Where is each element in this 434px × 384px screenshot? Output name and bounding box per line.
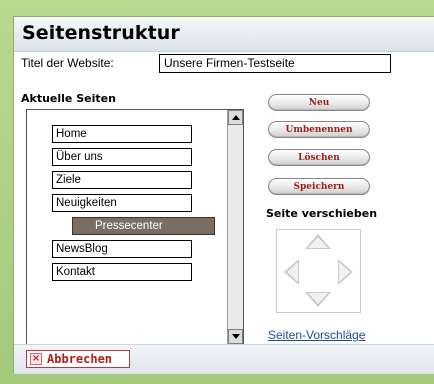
arrow-right-icon[interactable] [338,259,353,285]
title-bar: Seitenstruktur [14,17,434,52]
list-item-newsblog[interactable]: NewsBlog [52,240,192,258]
cancel-label: Abbrechen [47,352,113,366]
list-item-neuigkeiten[interactable]: Neuigkeiten [52,194,192,212]
save-button[interactable]: Speichern [268,178,370,195]
pages-listbox[interactable]: Home Über uns Ziele Neuigkeiten Pressece… [26,109,244,345]
footer-bar: × Abbrechen [14,344,434,374]
scroll-down-button[interactable] [228,329,243,344]
site-title-label: Titel der Website: [21,56,114,70]
page-structure-panel: Seitenstruktur Titel der Website: Aktuel… [13,16,434,374]
new-page-button[interactable]: Neu [268,94,370,111]
cancel-button[interactable]: × Abbrechen [26,350,130,368]
page-suggestions-link[interactable]: Seiten-Vorschläge [268,328,365,342]
list-item-kontakt[interactable]: Kontakt [52,263,192,281]
arrow-down-icon[interactable] [305,292,331,307]
current-pages-heading: Aktuelle Seiten [21,92,116,105]
list-item-ziele[interactable]: Ziele [52,171,192,189]
rename-button[interactable]: Umbenennen [268,121,370,138]
list-item-home[interactable]: Home [52,125,192,143]
site-title-input[interactable] [159,54,391,73]
page-title: Seitenstruktur [22,22,180,44]
scroll-up-button[interactable] [228,110,243,125]
move-page-controls [276,229,361,313]
delete-button[interactable]: Löschen [268,149,370,166]
window-frame: Seitenstruktur Titel der Website: Aktuel… [0,0,434,384]
close-icon: × [30,353,42,365]
arrow-up-icon[interactable] [305,234,331,249]
move-page-heading: Seite verschieben [266,207,378,220]
pages-list: Home Über uns Ziele Neuigkeiten Pressece… [27,110,227,344]
arrow-left-icon[interactable] [284,259,299,285]
scroll-up-icon [232,115,240,120]
list-scrollbar[interactable] [227,110,243,344]
list-item-pressecenter[interactable]: Pressecenter [72,217,215,235]
scroll-down-icon [232,334,240,339]
list-item-ueber-uns[interactable]: Über uns [52,148,192,166]
